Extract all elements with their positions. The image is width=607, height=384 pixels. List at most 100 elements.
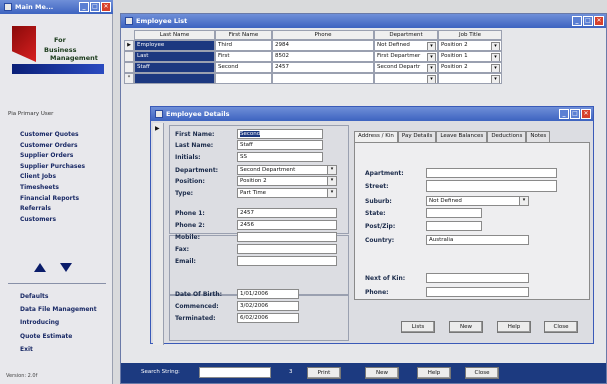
type-value: Part Time <box>240 190 267 196</box>
cell-phone[interactable]: 2457 <box>272 62 374 73</box>
initials-field[interactable]: SS <box>237 152 323 162</box>
help-button[interactable]: Help <box>497 321 531 333</box>
cell-phone[interactable]: 8502 <box>272 51 374 62</box>
cell-last-name[interactable]: Last <box>134 51 215 62</box>
menu-item-introducing[interactable]: Introducing <box>20 316 97 329</box>
cell-job-title[interactable]: Position 2 <box>438 62 502 73</box>
terminated-field[interactable]: 6/02/2006 <box>237 313 299 323</box>
street-field[interactable] <box>426 180 557 192</box>
cell-first-name[interactable]: Third <box>215 40 272 51</box>
table-row[interactable]: ▶EmployeeThird2984Not DefinedPosition 2 <box>124 40 604 51</box>
tab-deductions[interactable]: Deductions <box>487 131 527 142</box>
row-selector[interactable] <box>124 51 134 62</box>
menu-item-supplier-purchases[interactable]: Supplier Purchases <box>20 162 85 173</box>
row-selector[interactable] <box>124 62 134 73</box>
suburb-select[interactable]: Not Defined <box>426 196 529 206</box>
cell-last-name[interactable]: Staff <box>134 62 215 73</box>
menu-item-exit[interactable]: Exit <box>20 343 97 356</box>
last-name-field[interactable]: Staff <box>237 140 323 150</box>
tab-address-kin[interactable]: Address / Kin <box>354 131 398 142</box>
cell-department[interactable]: First Departmer <box>374 51 438 62</box>
first-name-field[interactable]: Second <box>237 129 323 139</box>
employee-grid: Last Name First Name Phone Department Jo… <box>124 30 604 84</box>
department-select[interactable]: Second Department <box>237 165 337 175</box>
table-row-new[interactable]: * <box>124 73 604 84</box>
col-header-department[interactable]: Department <box>374 30 438 40</box>
close-details-button[interactable]: Close <box>544 321 578 333</box>
phone-1-field[interactable]: 2457 <box>237 208 337 218</box>
type-select[interactable]: Part Time <box>237 188 337 198</box>
cell-department[interactable] <box>374 73 438 84</box>
col-header-phone[interactable]: Phone <box>272 30 374 40</box>
menu-scroll-arrows <box>34 263 72 272</box>
apartment-field[interactable] <box>426 168 557 178</box>
search-input[interactable] <box>199 367 271 378</box>
close-button[interactable]: ✕ <box>594 16 604 26</box>
minimize-button[interactable]: _ <box>79 2 89 12</box>
close-list-button[interactable]: Close <box>465 367 499 379</box>
cell-last-name[interactable]: Employee <box>134 40 215 51</box>
maximize-button[interactable]: □ <box>570 109 580 119</box>
menu-item-customer-orders[interactable]: Customer Orders <box>20 141 85 152</box>
minimize-button[interactable]: _ <box>572 16 582 26</box>
menu-item-timesheets[interactable]: Timesheets <box>20 183 85 194</box>
cell-department[interactable]: Not Defined <box>374 40 438 51</box>
maximize-button[interactable]: □ <box>583 16 593 26</box>
menu-item-financial-reports[interactable]: Financial Reports <box>20 194 85 205</box>
commenced-field[interactable]: 3/02/2006 <box>237 301 299 311</box>
col-header-first-name[interactable]: First Name <box>215 30 272 40</box>
email-field[interactable] <box>237 256 337 266</box>
cell-phone[interactable]: 2984 <box>272 40 374 51</box>
cell-job-title[interactable]: Position 2 <box>438 40 502 51</box>
lists-button[interactable]: Lists <box>401 321 435 333</box>
menu-item-client-jobs[interactable]: Client Jobs <box>20 172 85 183</box>
menu-item-customers[interactable]: Customers <box>20 215 85 226</box>
menu-item-customer-quotes[interactable]: Customer Quotes <box>20 130 85 141</box>
country-label: Country: <box>365 237 395 244</box>
cell-first-name[interactable] <box>215 73 272 84</box>
scroll-up-icon[interactable] <box>34 263 46 272</box>
fax-field[interactable] <box>237 244 337 254</box>
country-field[interactable]: Australia <box>426 235 529 245</box>
phone-2-field[interactable]: 2456 <box>237 220 337 230</box>
new-button[interactable]: New <box>449 321 483 333</box>
table-row[interactable]: LastFirst8502First DepartmerPosition 1 <box>124 51 604 62</box>
state-field[interactable] <box>426 208 482 218</box>
position-select[interactable]: Position 2 <box>237 176 337 186</box>
maximize-button[interactable]: □ <box>90 2 100 12</box>
close-button[interactable]: ✕ <box>581 109 591 119</box>
menu-item-quote-estimate[interactable]: Quote Estimate <box>20 330 97 343</box>
cell-job-title[interactable]: Position 1 <box>438 51 502 62</box>
row-selector[interactable]: * <box>124 73 134 84</box>
kin-phone-field[interactable] <box>426 287 529 297</box>
cell-last-name[interactable] <box>134 73 215 84</box>
mobile-field[interactable] <box>237 232 337 242</box>
table-row[interactable]: StaffSecond2457Second DepartrPosition 2 <box>124 62 604 73</box>
cell-first-name[interactable]: First <box>215 51 272 62</box>
cell-phone[interactable] <box>272 73 374 84</box>
scroll-down-icon[interactable] <box>60 263 72 272</box>
col-header-job-title[interactable]: Job Title <box>438 30 502 40</box>
minimize-button[interactable]: _ <box>559 109 569 119</box>
next-of-kin-field[interactable] <box>426 273 529 283</box>
menu-item-supplier-orders[interactable]: Supplier Orders <box>20 151 85 162</box>
menu-item-referrals[interactable]: Referrals <box>20 204 85 215</box>
cell-department[interactable]: Second Departr <box>374 62 438 73</box>
new-button[interactable]: New <box>365 367 399 379</box>
tab-leave-balances[interactable]: Leave Balances <box>436 131 488 142</box>
col-header-last-name[interactable]: Last Name <box>134 30 215 40</box>
menu-item-defaults[interactable]: Defaults <box>20 290 97 303</box>
cell-first-name[interactable]: Second <box>215 62 272 73</box>
record-selector[interactable]: ▶ <box>153 123 164 345</box>
tab-pay-details[interactable]: Pay Details <box>397 131 437 142</box>
date-of-birth-field[interactable]: 1/01/2006 <box>237 289 299 299</box>
row-selector[interactable]: ▶ <box>124 40 134 51</box>
menu-item-data-file-management[interactable]: Data File Management <box>20 303 97 316</box>
cell-job-title[interactable] <box>438 73 502 84</box>
tab-notes[interactable]: Notes <box>526 131 551 142</box>
close-button[interactable]: ✕ <box>101 2 111 12</box>
print-button[interactable]: Print <box>307 367 341 379</box>
first-name-label: First Name: <box>175 131 215 138</box>
help-button[interactable]: Help <box>417 367 451 379</box>
post-zip-field[interactable] <box>426 221 482 231</box>
